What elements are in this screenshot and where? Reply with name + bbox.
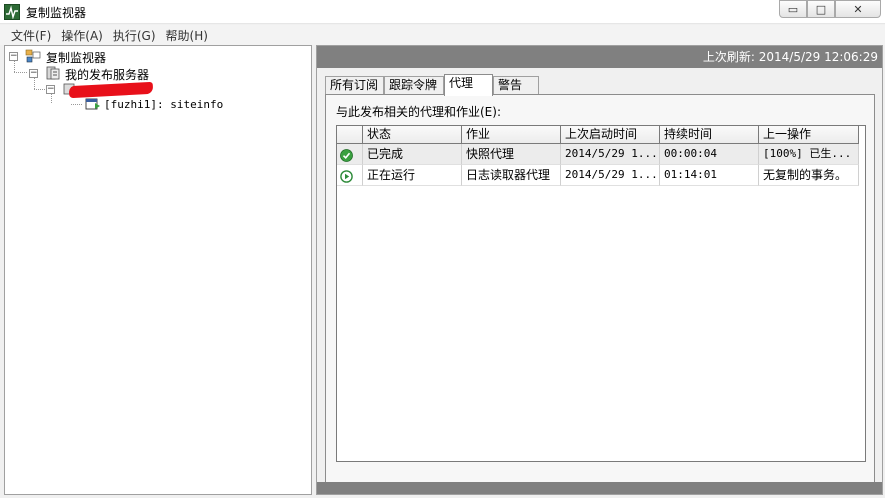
- tab-warnings[interactable]: 警告: [493, 76, 539, 94]
- check-circle-icon: [340, 148, 353, 162]
- maximize-button[interactable]: □: [807, 0, 835, 18]
- tree-collapse-toggle[interactable]: −: [29, 69, 38, 78]
- redaction-scribble: [68, 81, 154, 99]
- title-bar: 复制监视器 ▭ □ ✕: [0, 0, 885, 24]
- tab-all-subscriptions[interactable]: 所有订阅: [325, 76, 384, 94]
- replication-monitor-icon: [25, 49, 41, 63]
- column-header-job[interactable]: 作业: [462, 126, 561, 144]
- agents-grid[interactable]: 状态 作业 上次启动时间 持续时间 上一操作 已完成 快照代理 2014/5/2…: [336, 125, 866, 462]
- tree-collapse-toggle[interactable]: −: [9, 52, 18, 61]
- tree-collapse-toggle[interactable]: −: [46, 85, 55, 94]
- menu-action[interactable]: 操作(A): [56, 27, 108, 44]
- status-cell: 正在运行: [363, 165, 462, 186]
- close-button[interactable]: ✕: [835, 0, 881, 18]
- menu-bar: 文件(F) 操作(A) 执行(G) 帮助(H): [0, 25, 885, 45]
- tree-item-publication[interactable]: [fuzhi1]: siteinfo: [104, 98, 223, 111]
- status-icon-cell: [337, 144, 363, 165]
- tree-item-publishers[interactable]: 我的发布服务器: [65, 66, 149, 83]
- grid-header: 状态 作业 上次启动时间 持续时间 上一操作: [337, 126, 865, 144]
- tree-connector: [14, 72, 28, 73]
- last-start-cell: 2014/5/29 1...: [561, 165, 660, 186]
- table-row[interactable]: 正在运行 日志读取器代理 2014/5/29 1... 01:14:01 无复制…: [337, 165, 865, 186]
- column-header-status[interactable]: 状态: [363, 126, 462, 144]
- publication-icon: [85, 97, 101, 111]
- column-header-icon[interactable]: [337, 126, 363, 144]
- table-row[interactable]: 已完成 快照代理 2014/5/29 1... 00:00:04 [100%] …: [337, 144, 865, 165]
- window-controls: ▭ □ ✕: [779, 0, 881, 18]
- menu-help[interactable]: 帮助(H): [161, 27, 213, 44]
- last-action-cell: [100%] 已生...: [759, 144, 859, 165]
- play-circle-icon: [340, 169, 353, 183]
- column-header-last-action[interactable]: 上一操作: [759, 126, 859, 144]
- tree-item-root[interactable]: 复制监视器: [46, 49, 106, 66]
- agents-section-label: 与此发布相关的代理和作业(E):: [336, 105, 501, 119]
- last-start-cell: 2014/5/29 1...: [561, 144, 660, 165]
- status-icon-cell: [337, 165, 363, 186]
- column-header-last-start[interactable]: 上次启动时间: [561, 126, 660, 144]
- last-action-cell: 无复制的事务。: [759, 165, 859, 186]
- server-group-icon: [45, 66, 61, 80]
- menu-file[interactable]: 文件(F): [6, 27, 56, 44]
- replication-monitor-app-icon: [4, 4, 20, 20]
- job-cell: 日志读取器代理: [462, 165, 561, 186]
- duration-cell: 01:14:01: [660, 165, 759, 186]
- details-pane: 上次刷新: 2014/5/29 12:06:29 所有订阅 跟踪令牌 代理 警告…: [316, 45, 883, 495]
- window-title: 复制监视器: [26, 6, 87, 20]
- tree-connector: [71, 104, 83, 105]
- tree-connector: [51, 94, 52, 104]
- navigation-tree[interactable]: − 复制监视器 − 我的发布服务器 − [fuzhi1]: siteinfo: [4, 45, 312, 495]
- status-cell: 已完成: [363, 144, 462, 165]
- tree-connector: [34, 89, 46, 90]
- menu-run[interactable]: 执行(G): [108, 27, 161, 44]
- duration-cell: 00:00:04: [660, 144, 759, 165]
- bottom-status-bar: [317, 482, 882, 494]
- last-refresh-status: 上次刷新: 2014/5/29 12:06:29: [317, 46, 882, 68]
- column-header-duration[interactable]: 持续时间: [660, 126, 759, 144]
- tab-agents[interactable]: 代理: [444, 74, 493, 96]
- tab-tracer-tokens[interactable]: 跟踪令牌: [384, 76, 444, 94]
- agents-tab-panel: 与此发布相关的代理和作业(E): 状态 作业 上次启动时间 持续时间 上一操作 …: [325, 94, 875, 489]
- job-cell: 快照代理: [462, 144, 561, 165]
- minimize-button[interactable]: ▭: [779, 0, 807, 18]
